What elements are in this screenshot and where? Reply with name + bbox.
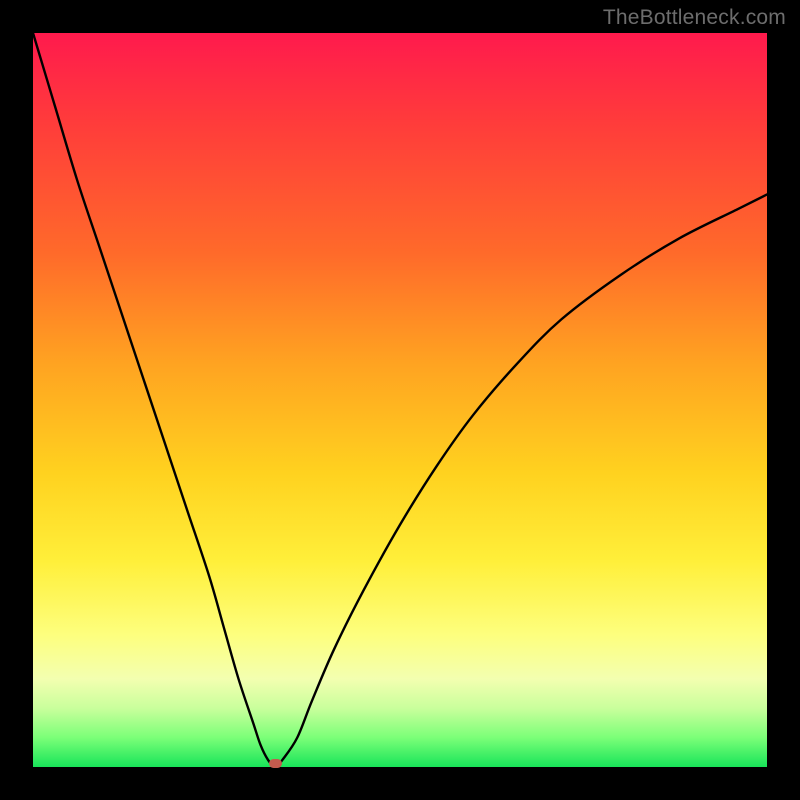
optimal-point-marker [269,759,282,768]
plot-area [33,33,767,767]
chart-frame: TheBottleneck.com [0,0,800,800]
watermark-text: TheBottleneck.com [603,6,786,30]
bottleneck-curve [33,33,767,767]
